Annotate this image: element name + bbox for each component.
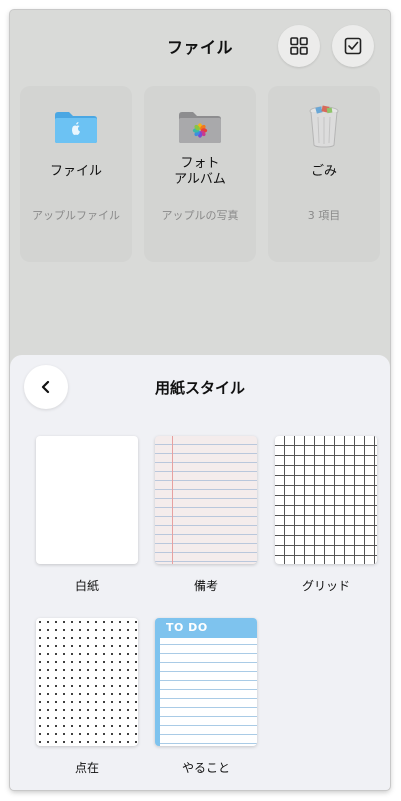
- folder-title-line-2: アルバム: [174, 172, 226, 187]
- paper-style-sheet: 用紙スタイル 白紙 備考 グリッド 点在 TO DO やること: [10, 355, 390, 790]
- folder-subtitle: 3 項目: [307, 209, 341, 222]
- paper-style-lined[interactable]: [155, 436, 257, 564]
- grid-icon: [290, 37, 308, 55]
- files-screen: ファイル ファイル アップルファイル フォト アルバム アップルの写真 ごみ 3…: [10, 10, 390, 790]
- apple-folder-icon: [55, 112, 97, 143]
- select-button[interactable]: [332, 25, 374, 67]
- paper-style-todo[interactable]: TO DO: [155, 618, 257, 746]
- folder-subtitle: アップルファイル: [32, 209, 120, 222]
- paper-style-label: グリッド: [301, 579, 350, 593]
- trash-icon: [309, 105, 339, 148]
- paper-style-grid[interactable]: [275, 436, 377, 564]
- folder-subtitle: アップルの写真: [161, 209, 239, 222]
- folder-card-files[interactable]: ファイル アップルファイル: [20, 86, 132, 262]
- checkbox-icon: [344, 37, 362, 55]
- grid-view-button[interactable]: [278, 25, 320, 67]
- todo-header: TO DO: [160, 618, 257, 638]
- folder-title: ファイル: [49, 164, 102, 179]
- paper-style-label: 点在: [74, 761, 99, 775]
- paper-style-label: やること: [181, 761, 230, 775]
- paper-style-blank[interactable]: [36, 436, 138, 564]
- folder-title-line-1: フォト: [180, 156, 220, 171]
- photos-folder-icon: [179, 112, 221, 143]
- folder-card-trash[interactable]: ごみ 3 項目: [268, 86, 380, 262]
- folder-title: ごみ: [310, 164, 337, 179]
- folder-card-photos[interactable]: フォト アルバム アップルの写真: [144, 86, 256, 262]
- paper-style-label: 白紙: [74, 579, 99, 593]
- folder-title: フォト アルバム: [144, 156, 256, 188]
- sheet-title: 用紙スタイル: [154, 379, 245, 397]
- paper-style-label: 備考: [193, 579, 218, 593]
- paper-style-dotted[interactable]: [36, 618, 138, 746]
